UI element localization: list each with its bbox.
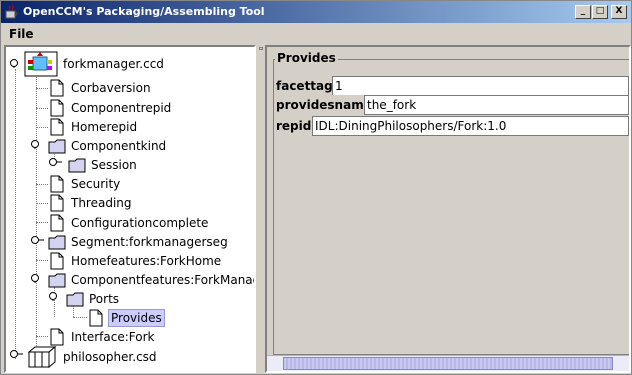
folder-icon [66,292,84,307]
tree-node-philosopher-csd[interactable]: philosopher.csd [26,345,159,369]
expanded-toggle-icon[interactable] [48,291,64,301]
assembly-icon [24,51,58,77]
menu-bar: File [1,23,631,45]
tree-node-homefeatures[interactable]: Homefeatures:ForkHome [48,251,223,271]
tree-node-label: Interface:Fork [71,330,155,344]
tree-node-forkmanager-ccd[interactable]: forkmanager.ccd [24,51,166,77]
providesname-input[interactable] [364,95,629,115]
collapsed-toggle-icon[interactable] [30,235,46,245]
tree-node-segment[interactable]: Segment:forkmanagerseg [48,232,230,252]
tree-connector-line [36,203,48,204]
title-bar[interactable]: OpenCCM's Packaging/Assembling Tool _ □ … [1,1,631,23]
tree-connector-line [36,108,48,109]
tree-node-componentrepid[interactable]: Componentrepid [48,98,173,118]
file-icon [50,194,64,212]
maximize-button[interactable]: □ [592,5,608,19]
folder-icon [48,273,66,288]
tree-node-label: Homefeatures:ForkHome [71,254,222,268]
tree-connector-line [73,317,87,318]
tree-node-label: Componentkind [71,139,167,153]
tree-node-interface-fork[interactable]: Interface:Fork [48,327,156,347]
collapsed-toggle-icon[interactable] [48,157,64,167]
tree-connector-line [36,184,48,185]
folder-icon [48,235,66,250]
tree-connector-line [36,127,48,128]
tree-connector-line [36,260,48,261]
tree-node-componentfeatures[interactable]: Componentfeatures:ForkManager [48,270,256,290]
collapsed-toggle-icon[interactable] [9,349,25,359]
repid-input[interactable] [312,116,629,136]
tree-node-label: Ports [89,292,120,306]
folder-icon [48,139,66,154]
tree-node-homerepid[interactable]: Homerepid [48,117,139,137]
tree-node-session[interactable]: Session [68,155,139,175]
tree-node-label: Session [91,158,137,172]
tree-connector-line [36,336,48,337]
file-icon [50,214,64,232]
file-icon [50,252,64,270]
tree-node-label: Segment:forkmanagerseg [71,235,228,249]
expanded-toggle-icon[interactable] [30,273,46,283]
tree-node-corbaversion[interactable]: Corbaversion [48,78,153,98]
tree-panel[interactable]: forkmanager.ccd Corbaversion Componentre… [4,45,256,373]
horizontal-scrollbar[interactable] [267,355,629,371]
tree-node-componentkind[interactable]: Componentkind [48,136,168,156]
file-icon [50,175,64,193]
tree-node-label: Security [71,177,121,191]
java-cup-icon [5,4,18,19]
tree-node-configurationcomplete[interactable]: Configurationcomplete [48,213,210,233]
tree-node-threading[interactable]: Threading [48,193,134,213]
app-window: OpenCCM's Packaging/Assembling Tool _ □ … [0,0,632,375]
file-icon [50,328,64,346]
tree-node-label: Configurationcomplete [71,216,209,230]
expanded-toggle-icon[interactable] [9,58,25,68]
menu-file[interactable]: File [9,27,34,41]
divider-grip[interactable] [259,47,263,50]
file-icon [89,309,103,327]
file-icon [50,79,64,97]
tree-connector-line [15,69,16,359]
file-icon [50,118,64,136]
tree-node-label: philosopher.csd [63,350,157,364]
scrollbar-thumb[interactable] [283,357,613,370]
tree-connector-line [36,222,48,223]
tree-connector-line [36,77,37,362]
tree-node-label: Componentrepid [71,101,172,115]
tree-connector-line [36,88,48,89]
tree-node-label: Corbaversion [71,81,151,95]
tree-node-label: Homerepid [71,120,138,134]
package-icon [27,346,57,368]
tree-node-provides[interactable]: Provides [87,308,165,328]
facettag-input[interactable] [332,76,629,96]
details-panel: Provides facettag : providesname : repid… [265,45,631,373]
tree-node-label: Threading [71,196,132,210]
tree-node-label: Componentfeatures:ForkManager [71,273,256,287]
window-title: OpenCCM's Packaging/Assembling Tool [23,5,265,18]
minimize-button[interactable]: _ [575,5,591,19]
tree-node-security[interactable]: Security [48,174,122,194]
tree-node-label: forkmanager.ccd [63,57,164,71]
tree-node-ports[interactable]: Ports [66,289,121,309]
file-icon [50,99,64,117]
group-title: Provides [275,51,338,65]
folder-icon [68,158,86,173]
expanded-toggle-icon[interactable] [30,139,46,149]
split-pane-divider[interactable] [257,45,265,373]
tree-node-label-selected: Provides [108,309,165,327]
close-button[interactable]: X [611,5,627,19]
